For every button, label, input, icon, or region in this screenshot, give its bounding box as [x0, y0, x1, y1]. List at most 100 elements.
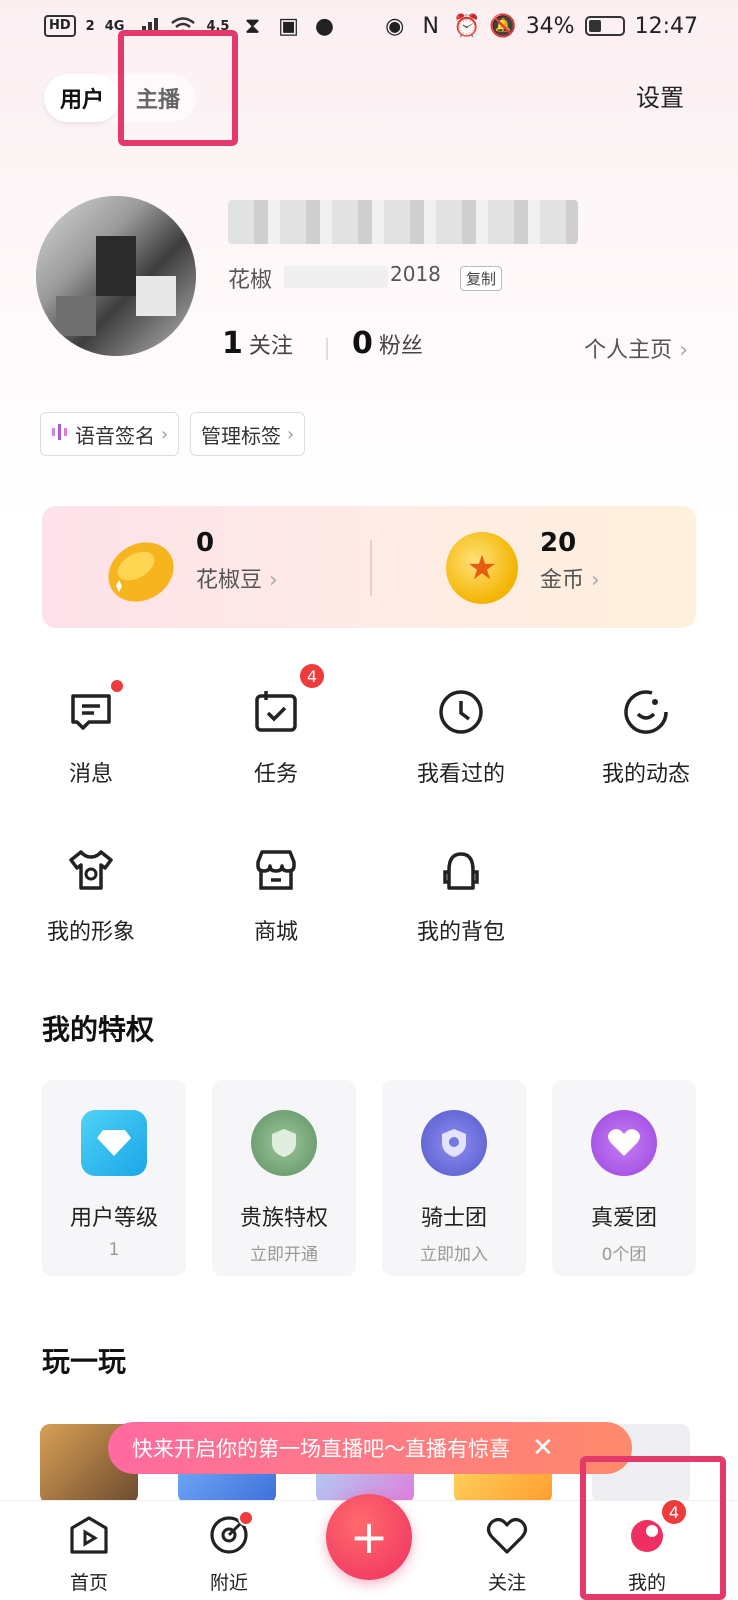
history-label: 我看过的	[416, 762, 505, 787]
chevron-right-icon: ›	[584, 568, 600, 593]
avatar[interactable]	[36, 196, 196, 356]
following-count: 1	[222, 326, 243, 361]
shop-icon	[248, 842, 304, 898]
status-right: ◉ N ⏰ 🔕 34% 12:47	[382, 14, 698, 39]
beans-block[interactable]: 0 花椒豆 ›	[196, 528, 278, 594]
unread-dot	[109, 678, 125, 694]
user-id-suffix: 2018	[390, 262, 441, 286]
beans-value: 0	[196, 528, 215, 558]
chevron-right-icon: ›	[287, 423, 295, 445]
privilege-label: 贵族特权	[239, 1206, 328, 1231]
coin-icon: ★	[446, 532, 518, 604]
hourglass-icon: ⧗	[244, 13, 261, 39]
shirt-icon	[63, 842, 119, 898]
privileges-title: 我的特权	[42, 1013, 155, 1046]
coins-label-text: 金币	[540, 568, 585, 593]
username-blurred	[228, 200, 578, 244]
radar-icon	[208, 1510, 254, 1560]
create-live-button[interactable]: +	[326, 1494, 412, 1580]
privilege-label: 真爱团	[590, 1206, 657, 1231]
manage-tags-button[interactable]: 管理标签 ›	[190, 412, 306, 456]
message-icon	[63, 678, 125, 740]
heart-outline-icon	[486, 1514, 528, 1560]
wallet-divider	[370, 540, 372, 596]
menu-history[interactable]: 我看过的	[386, 684, 536, 788]
diamond-icon	[81, 1110, 147, 1176]
nearby-dot	[238, 1510, 254, 1526]
menu-avatar-style[interactable]: 我的形象	[16, 842, 166, 946]
go-live-promo-banner[interactable]: 快来开启你的第一场直播吧～直播有惊喜 ✕	[108, 1422, 632, 1474]
mute-icon: 🔕	[488, 13, 517, 39]
coins-label: 金币 ›	[540, 562, 600, 594]
chevron-right-icon: ›	[262, 568, 278, 593]
nfc-icon: N	[422, 13, 439, 39]
hd-indicator: HD	[44, 15, 76, 37]
avatar-block	[56, 296, 96, 336]
fans-stat[interactable]: 0 粉丝	[352, 326, 423, 361]
privilege-label: 用户等级	[69, 1206, 158, 1231]
voice-sign-button[interactable]: 语音签名 ›	[40, 412, 180, 456]
alarm-icon: ⏰	[452, 13, 481, 39]
voice-sign-label: 语音签名	[75, 423, 155, 448]
tasks-label: 任务	[253, 762, 298, 787]
tasks-badge: 4	[298, 662, 326, 690]
privilege-label: 骑士团	[420, 1206, 487, 1231]
stat-divider	[326, 338, 328, 360]
privilege-sub: 1	[108, 1240, 120, 1260]
heart-icon	[591, 1110, 657, 1176]
chat-bubble-icon: ●	[314, 13, 335, 39]
settings-button[interactable]: 设置	[636, 78, 684, 113]
nav-follow-label: 关注	[487, 1572, 526, 1594]
knight-shield-icon	[421, 1110, 487, 1176]
privilege-sub: 立即开通	[250, 1245, 318, 1265]
privilege-user-level[interactable]: 用户等级 1	[42, 1080, 186, 1276]
user-id-prefix: 花椒	[228, 268, 273, 293]
following-label: 关注	[248, 334, 293, 359]
privilege-knights[interactable]: 骑士团 立即加入	[382, 1080, 526, 1276]
privilege-nobility[interactable]: 贵族特权 立即开通	[212, 1080, 356, 1276]
avatar-style-label: 我的形象	[46, 920, 135, 945]
coins-value: 20	[540, 528, 577, 558]
copy-id-button[interactable]: 复制	[460, 266, 503, 291]
sim-indicator: 2	[85, 18, 95, 34]
tab-user[interactable]: 用户	[44, 74, 121, 122]
voice-wave-icon	[51, 422, 69, 447]
avatar-block	[136, 276, 176, 316]
fans-label: 粉丝	[378, 334, 423, 359]
menu-messages[interactable]: 消息	[16, 678, 166, 788]
highlight-box-mine-tab	[580, 1456, 726, 1600]
avatar-block	[96, 236, 136, 296]
status-bar: HD 2 4G 4.5 ⧗ ▣ ● ◉ N ⏰ 🔕 34% 12:47	[0, 0, 738, 52]
mall-label: 商城	[253, 920, 298, 945]
bean-icon	[104, 534, 178, 606]
nav-home[interactable]: 首页	[44, 1514, 134, 1595]
user-id-masked	[284, 266, 388, 288]
homepage-link[interactable]: 个人主页 ›	[584, 332, 688, 364]
homepage-label: 个人主页	[584, 338, 673, 363]
menu-tasks[interactable]: 4 任务	[201, 662, 351, 788]
menu-mall[interactable]: 商城	[201, 842, 351, 946]
promo-text: 快来开启你的第一场直播吧～直播有惊喜	[132, 1437, 510, 1461]
privilege-sub: 立即加入	[420, 1245, 488, 1265]
privilege-sub: 0个团	[601, 1245, 647, 1265]
highlight-box-host-tab	[118, 30, 238, 146]
chevron-right-icon: ›	[161, 423, 169, 445]
eye-icon: ◉	[385, 13, 405, 39]
following-stat[interactable]: 1 关注	[222, 326, 293, 361]
nav-home-label: 首页	[69, 1572, 108, 1594]
beans-label: 花椒豆 ›	[196, 562, 278, 594]
backpack-label: 我的背包	[416, 920, 505, 945]
menu-backpack[interactable]: 我的背包	[386, 842, 536, 946]
shield-wings-icon	[251, 1110, 317, 1176]
menu-moments[interactable]: 我的动态	[571, 684, 721, 788]
clock: 12:47	[634, 13, 698, 39]
nav-nearby[interactable]: 附近	[184, 1510, 274, 1595]
coins-block[interactable]: 20 金币 ›	[540, 528, 600, 594]
close-icon[interactable]: ✕	[532, 1433, 554, 1463]
privilege-true-love[interactable]: 真爱团 0个团	[552, 1080, 696, 1276]
backpack-icon	[433, 842, 489, 898]
battery-percent: 34%	[525, 13, 575, 39]
play-icon	[68, 1514, 110, 1560]
moments-icon	[618, 684, 674, 740]
nav-follow[interactable]: 关注	[462, 1514, 552, 1595]
